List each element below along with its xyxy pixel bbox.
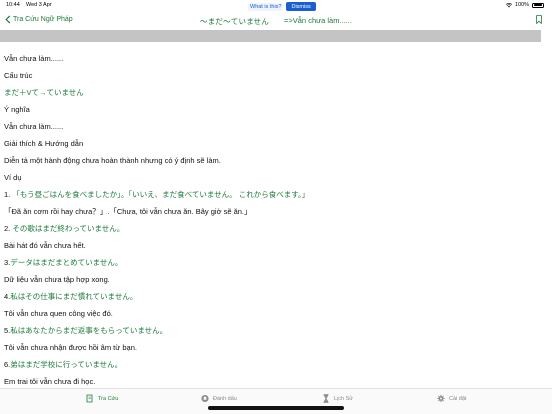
example-2-jp: 2. その歌はまだ終わっていません。 xyxy=(4,224,124,234)
bookmark-icon[interactable] xyxy=(536,15,542,24)
example-5-vi: Tôi vẫn chưa nhận được hồi âm từ bạn. xyxy=(4,343,137,352)
bookmark-circle-icon xyxy=(201,394,209,403)
explanation-text: Diễn tả một hành động chưa hoàn thành nh… xyxy=(4,156,221,165)
meaning-heading-line: Vẫn chưa làm...... xyxy=(4,54,64,63)
example-jp-text: 私はその仕事にまだ慣れていません。 xyxy=(10,292,138,301)
chevron-left-icon xyxy=(5,15,11,24)
meaning-heading: Ý nghĩa xyxy=(4,105,30,114)
help-banner: What is this? Dismiss xyxy=(248,1,316,12)
tab-danh-dau[interactable]: Đánh dấu xyxy=(201,394,237,403)
tab-lich-su[interactable]: Lịch Sử xyxy=(322,394,353,403)
wifi-icon xyxy=(505,2,512,7)
page-subtitle: =>Vẫn chưa làm...... xyxy=(284,16,352,25)
example-2-vi: Bài hát đó vẫn chưa hết. xyxy=(4,241,86,250)
meaning-text: Vẫn chưa làm...... xyxy=(4,122,64,131)
header-banner-placeholder xyxy=(0,30,541,42)
examples-heading: Ví dụ xyxy=(4,173,22,182)
example-3-vi: Dữ liệu vẫn chưa tập hợp xong. xyxy=(4,275,110,284)
gear-icon xyxy=(437,394,445,403)
example-6-vi: Em trai tôi vẫn chưa đi học. xyxy=(4,377,96,386)
battery-percent: 100% xyxy=(514,2,529,8)
tab-label: Tra Cứu xyxy=(98,395,119,402)
example-3-jp: 3.データはまだまとめていません。 xyxy=(4,258,122,268)
example-jp-text: 私はあなたからまだ返事をもらっていません。 xyxy=(10,326,168,335)
example-number: 2. xyxy=(4,224,11,233)
status-time: 10:44 xyxy=(6,2,20,8)
example-6-jp: 6.弟はまだ学校に行っていません。 xyxy=(4,360,122,370)
explanation-heading: Giải thích & Hướng dẫn xyxy=(4,139,84,148)
example-jp-text: 「もう昼ごはんを食べましたか」。「いいえ、まだ食べていません。 これから食べます… xyxy=(12,190,310,199)
hourglass-icon xyxy=(323,394,329,403)
dismiss-button[interactable]: Dismiss xyxy=(286,2,316,11)
tab-bar: Tra Cứu Đánh dấu Lịch Sử Cài đặt xyxy=(0,388,552,414)
status-right: 100% xyxy=(505,2,544,8)
structure-heading: Cấu trúc xyxy=(4,71,33,80)
status-date: Wed 3 Apr xyxy=(26,2,52,8)
back-label: Tra Cứu Ngữ Pháp xyxy=(13,16,73,23)
structure-pattern: まだ＋Vて→ていません xyxy=(4,88,84,97)
tab-label: Lịch Sử xyxy=(334,395,353,402)
nav-bar: Tra Cứu Ngữ Pháp ～まだ～ていません =>Vẫn chưa là… xyxy=(0,12,552,30)
tab-label: Cài đặt xyxy=(449,395,467,402)
example-5-jp: 5.私はあなたからまだ返事をもらっていません。 xyxy=(4,326,167,336)
battery-icon xyxy=(532,2,544,8)
tab-tra-cuu[interactable]: Tra Cứu xyxy=(86,394,118,403)
example-number: 1. xyxy=(4,190,11,199)
example-4-vi: Tôi vẫn chưa quen công việc đó. xyxy=(4,309,113,318)
example-jp-text: その歌はまだ終わっていません。 xyxy=(12,224,125,233)
example-jp-text: データはまだまとめていません。 xyxy=(10,258,123,267)
example-1-jp: 1. 「もう昼ごはんを食べましたか」。「いいえ、まだ食べていません。 これから食… xyxy=(4,190,309,200)
back-button[interactable]: Tra Cứu Ngữ Pháp xyxy=(5,15,73,24)
book-icon xyxy=(86,394,93,403)
page-title: ～まだ～ていません xyxy=(200,17,270,26)
example-jp-text: 弟はまだ学校に行っていません。 xyxy=(10,360,123,369)
example-4-jp: 4.私はその仕事にまだ慣れていません。 xyxy=(4,292,137,302)
tab-label: Đánh dấu xyxy=(213,395,237,402)
example-1-vi: 「Đã ăn cơm rồi hay chưa？」.「Chưa, tôi vẫn… xyxy=(4,207,252,216)
home-indicator[interactable] xyxy=(208,406,344,410)
tab-cai-dat[interactable]: Cài đặt xyxy=(437,394,466,403)
what-is-this-link[interactable]: What is this? xyxy=(248,2,284,11)
